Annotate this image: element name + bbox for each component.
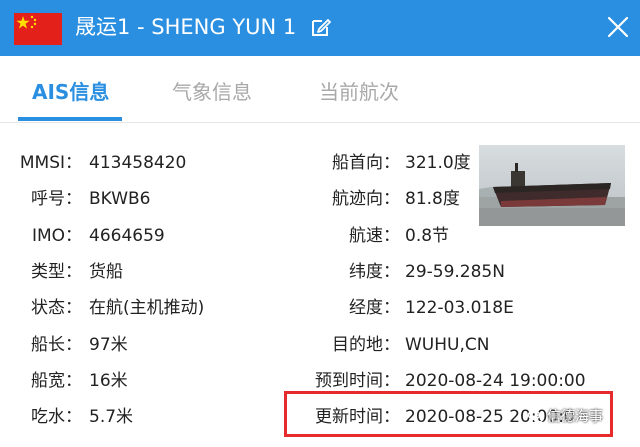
active-tab-indicator <box>18 117 122 121</box>
watermark: 信德海事 <box>527 406 603 426</box>
field-label: 船长： <box>31 335 82 355</box>
field-value: 4664659 <box>89 226 165 246</box>
field-mmsi: MMSI： 413458420 <box>0 148 280 178</box>
field-value: 97米 <box>89 335 128 355</box>
field-value: 29-59.285N <box>405 262 505 282</box>
field-value: 81.8度 <box>405 189 460 209</box>
field-label: 目的地： <box>332 335 400 355</box>
field-value: 货船 <box>89 262 123 282</box>
field-label: 呼号： <box>31 189 82 209</box>
field-value: 321.0度 <box>405 153 471 173</box>
field-label: IMO： <box>31 226 82 246</box>
tab-weather-info[interactable]: 气象信息 <box>172 76 252 105</box>
ship-title: 晟运1 - SHENG YUN 1 <box>75 15 297 39</box>
field-label: 船宽： <box>31 371 82 391</box>
field-draft: 吃水： 5.7米 <box>0 402 280 432</box>
field-value: 16米 <box>89 371 128 391</box>
field-value: BKWB6 <box>89 189 151 209</box>
field-value: 122-03.018E <box>405 298 514 318</box>
field-value: 5.7米 <box>89 407 134 427</box>
tab-current-voyage[interactable]: 当前航次 <box>319 76 399 105</box>
field-longitude: 经度： 122-03.018E <box>280 293 640 323</box>
field-destination: 目的地： WUHU,CN <box>280 330 640 360</box>
field-latitude: 纬度： 29-59.285N <box>280 257 640 287</box>
china-flag-icon <box>14 13 62 45</box>
tab-bar: AIS信息 气象信息 当前航次 <box>0 56 640 122</box>
field-label: 纬度： <box>349 262 400 282</box>
field-label: 航迹向： <box>332 189 400 209</box>
ship-photo[interactable] <box>479 145 625 226</box>
field-status: 状态： 在航(主机推动) <box>0 293 280 323</box>
field-label: 吃水： <box>31 407 82 427</box>
field-label: 经度： <box>349 298 400 318</box>
field-value: 在航(主机推动) <box>89 298 205 318</box>
field-label: 类型： <box>31 262 82 282</box>
field-label: 航速： <box>349 226 400 246</box>
watermark-text: 信德海事 <box>547 409 603 425</box>
edit-icon[interactable] <box>311 17 331 37</box>
field-label: 船首向： <box>332 153 400 173</box>
tab-ais-info[interactable]: AIS信息 <box>32 76 109 105</box>
field-label: 状态： <box>31 298 82 318</box>
title-bar: 晟运1 - SHENG YUN 1 <box>0 0 640 56</box>
field-beam: 船宽： 16米 <box>0 366 280 396</box>
field-label: MMSI： <box>19 153 82 173</box>
field-length: 船长： 97米 <box>0 330 280 360</box>
field-type: 类型： 货船 <box>0 257 280 287</box>
wechat-icon <box>527 409 544 423</box>
field-value: 0.8节 <box>405 226 450 246</box>
field-imo: IMO： 4664659 <box>0 221 280 251</box>
field-callsign: 呼号： BKWB6 <box>0 184 280 214</box>
field-value: 413458420 <box>89 153 187 173</box>
tab-divider <box>0 122 640 123</box>
close-icon[interactable] <box>607 16 629 38</box>
field-value: WUHU,CN <box>405 335 490 355</box>
